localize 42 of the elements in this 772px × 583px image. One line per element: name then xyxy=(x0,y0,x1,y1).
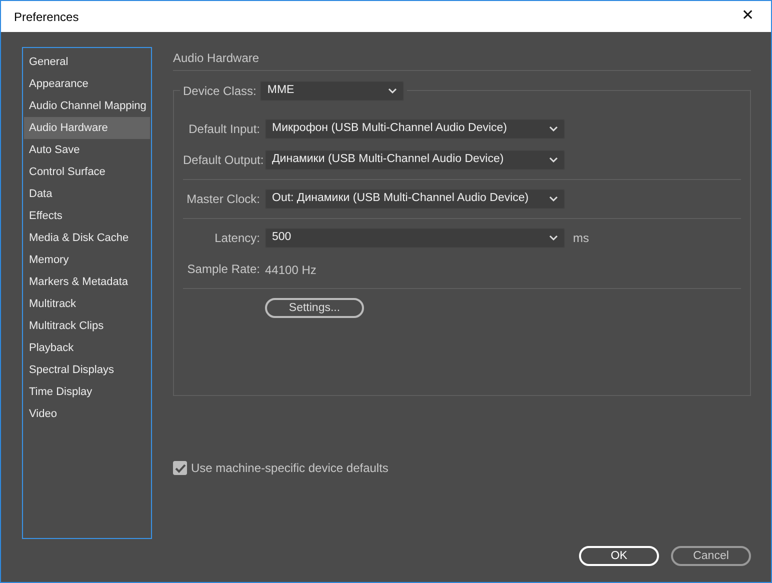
sidebar-item[interactable]: Data xyxy=(24,183,150,205)
field-value: 44100 Hz xyxy=(265,262,316,279)
dropdown[interactable]: Микрофон (USB Multi-Channel Audio Device) xyxy=(265,119,565,139)
sidebar-item[interactable]: Auto Save xyxy=(24,139,150,161)
dropdown[interactable]: Out: Динамики (USB Multi-Channel Audio Device) xyxy=(265,189,565,209)
field-label: Master Clock: xyxy=(186,191,260,208)
sidebar-item[interactable]: Markers & Metadata xyxy=(24,271,150,293)
checkbox[interactable] xyxy=(173,461,187,475)
checkbox-label: Use machine-specific device defaults xyxy=(191,460,388,477)
sidebar-item[interactable]: Appearance xyxy=(24,73,150,95)
field-label: Default Input: xyxy=(188,121,260,138)
close-button[interactable]: ✕ xyxy=(725,1,771,32)
dropdown[interactable]: Динамики (USB Multi-Channel Audio Device) xyxy=(265,150,565,170)
field-label: Latency: xyxy=(214,230,260,247)
section-title: Audio Hardware xyxy=(173,49,751,71)
chevron-icon xyxy=(549,235,558,241)
chevron-icon xyxy=(549,196,558,202)
sidebar-item[interactable]: Media & Disk Cache xyxy=(24,227,150,249)
sidebar-item[interactable]: Playback xyxy=(24,337,150,359)
chevron-icon xyxy=(549,157,558,163)
sidebar-item[interactable]: Spectral Displays xyxy=(24,359,150,381)
dialog-button[interactable]: Cancel xyxy=(671,546,751,566)
sidebar-item[interactable]: Multitrack xyxy=(24,293,150,315)
dropdown[interactable]: MME xyxy=(260,81,404,101)
sidebar-item[interactable]: Audio Hardware xyxy=(24,117,150,139)
sidebar-item[interactable]: Video xyxy=(24,403,150,425)
sidebar-item[interactable]: Time Display xyxy=(24,381,150,403)
sidebar-item[interactable]: Memory xyxy=(24,249,150,271)
chevron-icon xyxy=(549,126,558,132)
chevron-icon xyxy=(388,88,398,94)
sidebar-item[interactable]: Effects xyxy=(24,205,150,227)
sidebar-item[interactable]: Multitrack Clips xyxy=(24,315,150,337)
field-label: Sample Rate: xyxy=(186,261,260,278)
sidebar-item[interactable]: General xyxy=(24,51,150,73)
unit-label: ms xyxy=(573,230,589,247)
window-title: Preferences xyxy=(14,8,79,26)
dialog-button[interactable]: OK xyxy=(579,546,659,566)
dropdown[interactable]: 500 xyxy=(265,228,565,248)
sidebar-item[interactable]: Audio Channel Mapping xyxy=(24,95,150,117)
sidebar-item[interactable]: Control Surface xyxy=(24,161,150,183)
field-label: Device Class: xyxy=(183,83,256,100)
settings-button[interactable]: Settings... xyxy=(265,298,364,318)
